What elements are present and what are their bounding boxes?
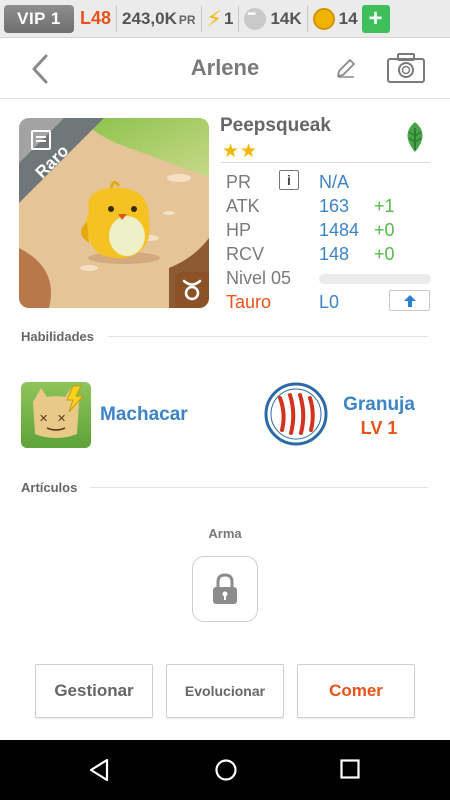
nav-recent-apps-icon[interactable]	[340, 759, 360, 779]
svg-text:✕: ✕	[57, 412, 66, 425]
nav-back-icon[interactable]	[88, 758, 110, 782]
camera-icon[interactable]	[386, 52, 426, 84]
pet-stars: ★★	[222, 141, 259, 162]
stat-bonus: +0	[374, 220, 395, 240]
page-header: Arlene	[0, 39, 450, 99]
stat-value: N/A	[319, 172, 350, 192]
stat-label: ATK	[226, 196, 260, 216]
pr-total-unit: PR	[178, 12, 196, 27]
pencil-icon[interactable]	[334, 56, 358, 80]
vip-badge[interactable]: VIP 1	[4, 4, 74, 33]
pet-portrait[interactable]: Raro	[19, 118, 209, 308]
info-button[interactable]: i	[279, 170, 299, 190]
pr-total: 243,0K PR	[122, 9, 196, 29]
level-progress-bar	[319, 274, 431, 284]
coins-value: 14	[338, 8, 358, 28]
paw-icon	[244, 7, 267, 30]
zodiac-upgrade-button[interactable]	[389, 290, 430, 311]
zodiac-badge	[175, 272, 209, 308]
eat-button[interactable]: Comer	[297, 664, 415, 718]
lightning-icon: ⚡	[206, 5, 222, 31]
pet-detail-screen: VIP 1 L48 243,0KPR ⚡ 1 14K 14 + Arlene	[0, 0, 450, 800]
claw-ability-icon[interactable]	[264, 382, 328, 446]
divider	[220, 162, 430, 163]
stat-bonus: +0	[374, 244, 395, 264]
svg-text:✕: ✕	[39, 412, 48, 425]
stat-label: PR	[226, 172, 252, 192]
items-section-title: Artículos	[21, 480, 78, 495]
zodiac-level: L0	[319, 292, 340, 312]
divider	[108, 336, 428, 337]
paws-counter[interactable]: 14K	[244, 7, 302, 30]
lock-icon	[213, 573, 237, 604]
card-tag-icon	[31, 130, 51, 150]
ability-level: LV 1	[360, 418, 398, 438]
paws-value: 14K	[270, 8, 302, 28]
stat-row-level: Nivel 05	[226, 266, 432, 290]
pet-species-name: Peepsqueak	[220, 115, 331, 136]
pet-stats-panel: PR i N/A ATK 163 +1 HP 1484 +0 RCV 148 +…	[226, 170, 432, 314]
pr-total-value: 243,0K	[122, 8, 177, 28]
smash-skill-art: ✕ ✕	[33, 385, 85, 438]
system-navigation-bar	[0, 740, 450, 800]
stat-row-hp: HP 1484 +0	[226, 218, 432, 242]
manage-button[interactable]: Gestionar	[35, 664, 153, 718]
divider	[200, 5, 202, 32]
top-status-bar: VIP 1 L48 243,0KPR ⚡ 1 14K 14 +	[0, 0, 450, 38]
weapon-slot-label: Arma	[208, 526, 242, 541]
add-currency-button[interactable]: +	[361, 4, 390, 33]
stat-row-zodiac: Tauro L0	[226, 290, 432, 314]
leaf-element-icon[interactable]	[398, 120, 432, 154]
stat-value: 163	[319, 196, 350, 216]
stat-label: HP	[226, 220, 252, 240]
divider	[116, 5, 118, 32]
player-level: L48	[80, 8, 112, 28]
divider	[238, 5, 240, 32]
coins-counter[interactable]: 14	[312, 7, 358, 30]
stat-bonus: +1	[374, 196, 395, 216]
skill-name[interactable]: Machacar	[100, 404, 188, 426]
ability-name[interactable]: Granuja	[343, 394, 415, 416]
nav-home-icon[interactable]	[214, 758, 238, 782]
stat-row-rcv: RCV 148 +0	[226, 242, 432, 266]
stat-value: 1484	[319, 220, 360, 240]
divider	[306, 5, 308, 32]
stat-label: RCV	[226, 244, 265, 264]
level-label: Nivel 05	[226, 268, 292, 288]
energy-counter[interactable]: ⚡ 1	[206, 5, 234, 31]
stat-row-atk: ATK 163 +1	[226, 194, 432, 218]
zodiac-label: Tauro	[226, 292, 272, 312]
taurus-icon	[182, 279, 202, 301]
coin-icon	[312, 7, 335, 30]
arrow-up-icon	[403, 294, 416, 307]
evolve-button[interactable]: Evolucionar	[166, 664, 284, 718]
skills-section-title: Habilidades	[21, 329, 94, 344]
energy-value: 1	[223, 8, 234, 28]
stat-value: 148	[319, 244, 350, 264]
weapon-slot[interactable]	[192, 556, 258, 622]
divider	[90, 487, 428, 488]
page-title: Arlene	[190, 55, 260, 80]
skill-machacar-icon[interactable]: ✕ ✕	[21, 382, 91, 448]
stat-row-pr: PR i N/A	[226, 170, 432, 194]
